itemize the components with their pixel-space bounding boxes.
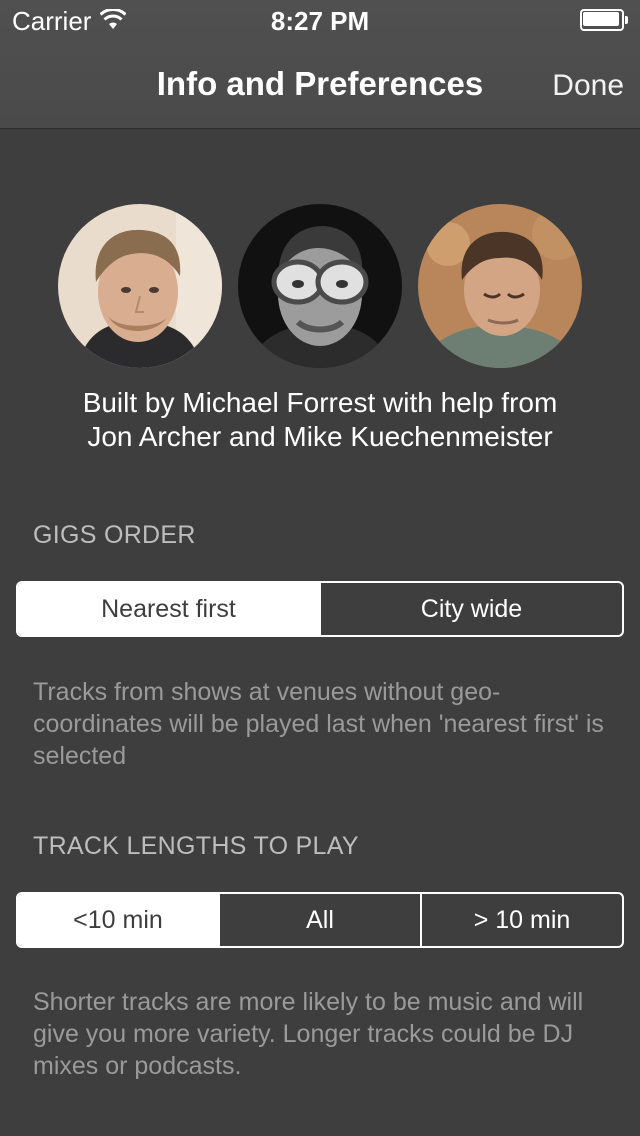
segment-over-10-min[interactable]: > 10 min [420,894,622,946]
avatar-mike-kuechenmeister [418,204,582,368]
status-time: 8:27 PM [270,6,370,36]
track-lengths-segmented-control: <10 min All > 10 min [16,892,624,948]
credits-avatars [0,204,640,368]
info-preferences-screen: Carrier 8:27 PM Info and Preferences Don… [0,0,640,1136]
track-lengths-header: TRACK LENGTHS TO PLAY [33,832,359,860]
gigs-order-footnote: Tracks from shows at venues without geo-… [33,678,604,770]
gigs-order-segmented-control: Nearest first City wide [16,581,624,637]
battery-icon [580,9,628,31]
track-lengths-footnote: Shorter tracks are more likely to be mus… [33,988,584,1080]
segment-city-wide[interactable]: City wide [319,583,622,635]
credits-line-1: Built by Michael Forrest with help from [82,387,558,418]
avatar-jon-archer [238,204,402,368]
gigs-order-header: GIGS ORDER [33,521,196,549]
done-button[interactable]: Done [552,66,624,106]
segment-nearest-first[interactable]: Nearest first [18,583,319,635]
avatar-michael-forrest [58,204,222,368]
navigation-bar: Carrier 8:27 PM Info and Preferences Don… [0,0,640,129]
segment-all[interactable]: All [218,894,420,946]
page-title: Info and Preferences [156,65,484,102]
credits-text: Built by Michael Forrest with help from … [0,386,640,454]
credits-line-2: Jon Archer and Mike Kuechenmeister [87,421,553,452]
segment-under-10-min[interactable]: <10 min [18,894,218,946]
